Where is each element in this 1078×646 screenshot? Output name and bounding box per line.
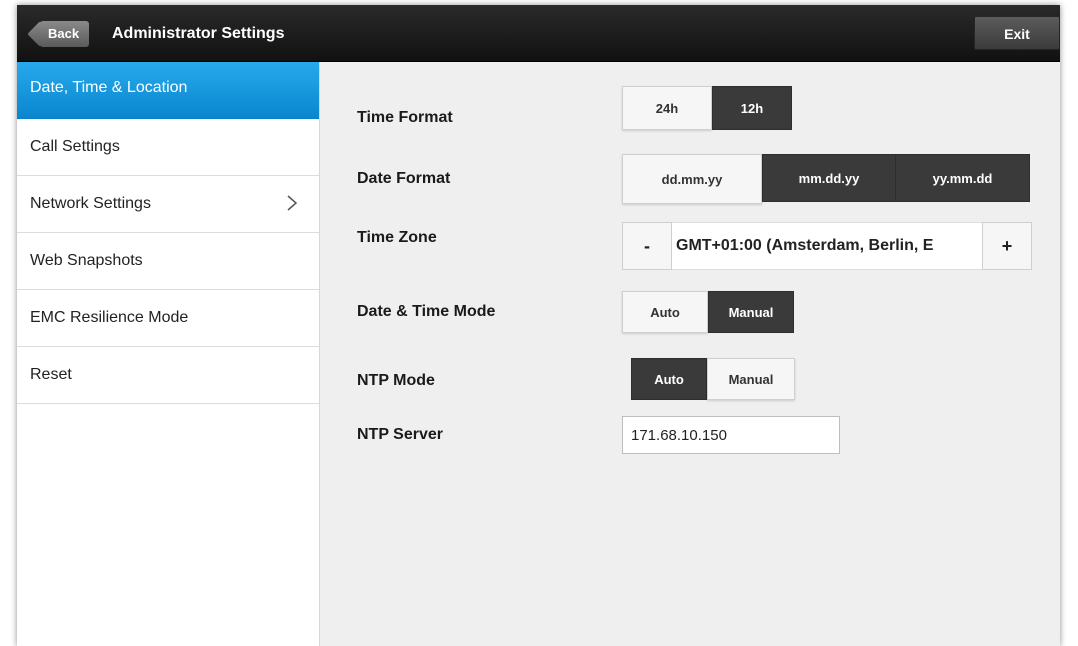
page-title: Administrator Settings: [112, 25, 285, 42]
date-format-selector: dd.mm.yy mm.dd.yy yy.mm.dd: [622, 154, 1030, 204]
time-format-option-24h[interactable]: 24h: [622, 86, 712, 130]
exit-button[interactable]: Exit: [974, 16, 1060, 50]
sidebar-item-reset[interactable]: Reset: [17, 347, 319, 404]
time-zone-control: - GMT+01:00 (Amsterdam, Berlin, E +: [622, 222, 1032, 274]
date-time-mode-selector: Auto Manual: [622, 291, 794, 333]
back-button-label: Back: [48, 26, 80, 41]
sidebar-item-label: Date, Time & Location: [30, 79, 188, 96]
sidebar-item-web-snapshots[interactable]: Web Snapshots: [17, 233, 319, 290]
time-zone-increment-button[interactable]: +: [982, 222, 1032, 270]
time-format-label: Time Format: [357, 109, 453, 126]
time-format-selector: 24h 12h: [622, 86, 792, 130]
ntp-mode-option-manual[interactable]: Manual: [707, 358, 795, 400]
sidebar: Date, Time & Location Call Settings Netw…: [17, 62, 320, 646]
sidebar-item-network-settings[interactable]: Network Settings: [17, 176, 319, 233]
back-button[interactable]: Back: [40, 21, 90, 47]
date-format-label: Date Format: [357, 170, 451, 187]
date-time-mode-label: Date & Time Mode: [357, 303, 496, 320]
time-zone-value: GMT+01:00 (Amsterdam, Berlin, E: [672, 222, 982, 270]
ntp-server-label: NTP Server: [357, 426, 443, 443]
sidebar-item-date-time-location[interactable]: Date, Time & Location: [17, 62, 319, 119]
date-time-mode-option-auto[interactable]: Auto: [622, 291, 708, 333]
ntp-mode-option-auto[interactable]: Auto: [631, 358, 707, 400]
time-zone-label: Time Zone: [357, 229, 437, 246]
sidebar-item-emc-resilience-mode[interactable]: EMC Resilience Mode: [17, 290, 319, 347]
sidebar-item-label: Reset: [30, 366, 72, 383]
sidebar-item-label: Call Settings: [30, 138, 120, 155]
date-format-option-mm-dd-yy[interactable]: mm.dd.yy: [762, 154, 896, 202]
sidebar-item-call-settings[interactable]: Call Settings: [17, 119, 319, 176]
settings-panel: Time Format 24h 12h Date Format dd.mm.yy…: [320, 62, 1060, 646]
time-format-option-12h[interactable]: 12h: [712, 86, 792, 130]
device-screen: Back Administrator Settings Exit Date, T…: [17, 5, 1060, 646]
chevron-right-icon: [287, 195, 298, 211]
top-bar: Back Administrator Settings Exit: [17, 5, 1060, 62]
date-format-option-dd-mm-yy[interactable]: dd.mm.yy: [622, 154, 762, 204]
time-zone-decrement-button[interactable]: -: [622, 222, 672, 270]
ntp-mode-label: NTP Mode: [357, 372, 435, 389]
ntp-mode-selector: Auto Manual: [631, 358, 795, 400]
sidebar-item-label: Network Settings: [30, 195, 151, 212]
sidebar-item-label: Web Snapshots: [30, 252, 143, 269]
date-format-option-yy-mm-dd[interactable]: yy.mm.dd: [896, 154, 1030, 202]
sidebar-item-label: EMC Resilience Mode: [30, 309, 189, 326]
ntp-server-input[interactable]: [622, 416, 840, 454]
date-time-mode-option-manual[interactable]: Manual: [708, 291, 794, 333]
